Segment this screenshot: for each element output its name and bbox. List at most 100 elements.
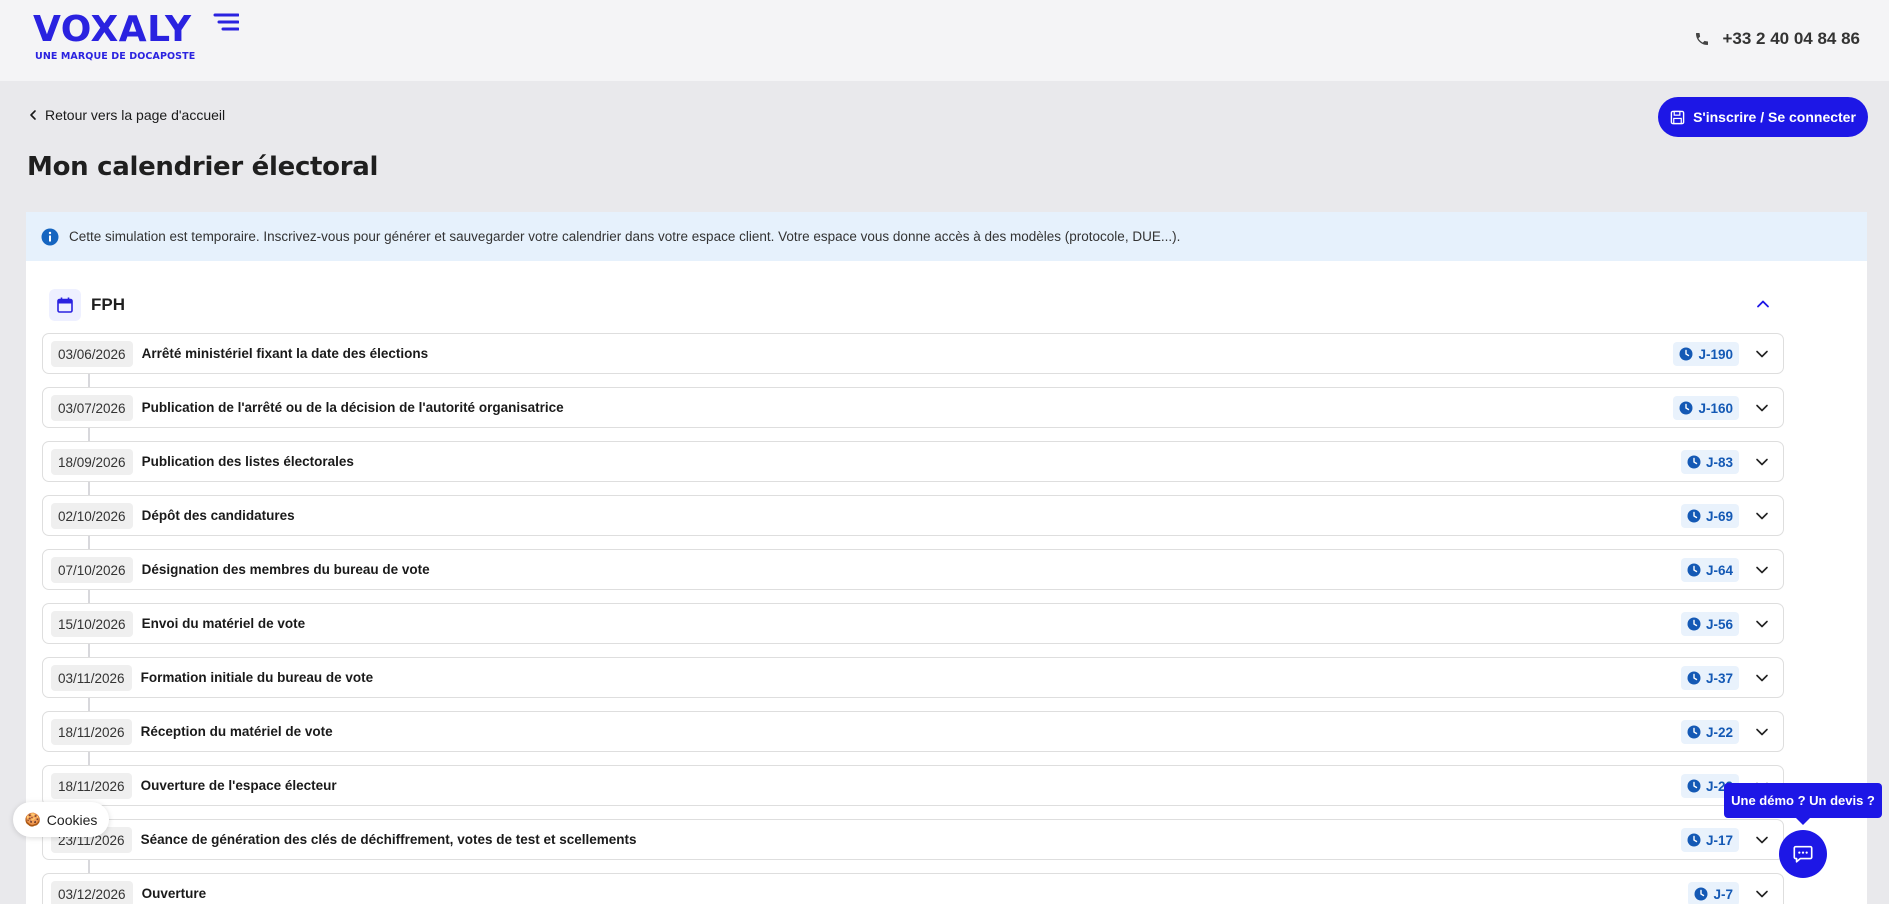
clock-icon [1687,509,1701,523]
expand-step-button[interactable] [1751,343,1773,365]
countdown-value: J-190 [1698,346,1733,362]
countdown-badge: J-17 [1680,828,1739,852]
step-label: Désignation des membres du bureau de vot… [141,562,430,577]
chevron-down-icon [1756,512,1768,520]
clock-icon [1687,671,1701,685]
countdown-value: J-7 [1713,886,1733,902]
back-to-home-link[interactable]: Retour vers la page d'accueil [27,107,225,123]
cookies-label: Cookies [46,811,98,828]
countdown-value: J-83 [1705,454,1733,470]
section-header[interactable]: FPH [49,289,125,321]
timeline-step[interactable]: 03/06/2026 Arrêté ministériel fixant la d… [42,333,1784,374]
step-date: 18/11/2026 [51,772,132,799]
phone-contact[interactable]: +33 2 40 04 84 86 [1694,29,1860,49]
timeline-step[interactable]: 18/11/2026 Ouverture de l'espace électeur… [42,765,1784,806]
timeline-step[interactable]: 03/07/2026 Publication de l'arrêté ou de … [42,387,1784,428]
step-label: Séance de génération des clés de déchiff… [140,832,637,847]
logo-tagline: UNE MARQUE DE DOCAPOSTE [35,51,196,62]
chevron-down-icon [1756,890,1768,898]
timeline-step[interactable]: 02/10/2026 Dépôt des candidatures J-69 [42,495,1784,536]
expand-step-button[interactable] [1751,829,1773,851]
signup-login-label: S'inscrire / Se connecter [1693,109,1856,125]
countdown-value: J-17 [1705,832,1733,848]
save-icon [1670,110,1685,124]
clock-icon [1687,455,1701,469]
countdown-value: J-37 [1705,670,1733,686]
back-link-label: Retour vers la page d'accueil [45,107,226,123]
info-banner: Cette simulation est temporaire. Inscriv… [26,212,1867,261]
timeline-step[interactable]: 03/11/2026 Formation initiale du bureau d… [42,657,1784,698]
timeline-step[interactable]: 23/11/2026 Séance de génération des clés … [42,819,1784,860]
timeline-step[interactable]: 15/10/2026 Envoi du matériel de vote J-56 [42,603,1784,644]
demo-quote-callout[interactable]: Une démo ? Un devis ? [1724,783,1882,825]
step-label: Envoi du matériel de vote [141,616,306,631]
countdown-value: J-69 [1705,508,1733,524]
chevron-left-icon [30,110,36,120]
step-date: 03/11/2026 [51,664,132,691]
info-banner-text: Cette simulation est temporaire. Inscriv… [69,229,1181,244]
chevron-down-icon [1756,728,1768,736]
step-date: 03/12/2026 [51,880,133,904]
step-label: Arrêté ministériel fixant la date des él… [141,346,429,361]
step-date: 15/10/2026 [51,610,133,637]
chat-icon [1793,845,1813,863]
signup-login-button[interactable]: S'inscrire / Se connecter [1658,97,1868,137]
countdown-badge: J-56 [1680,612,1739,636]
step-date: 18/11/2026 [51,718,132,745]
countdown-badge: J-190 [1673,342,1739,366]
countdown-value: J-56 [1705,616,1733,632]
step-label: Publication de l'arrêté ou de la décisio… [141,400,564,415]
clock-icon [1687,725,1701,739]
clock-icon [1687,563,1701,577]
timeline-step[interactable]: 03/12/2026 Ouverture J-7 [42,873,1784,904]
expand-step-button[interactable] [1751,505,1773,527]
chat-button[interactable] [1779,830,1827,878]
phone-icon [1696,33,1709,45]
clock-icon [1679,401,1693,415]
logo-speed-lines-icon [213,13,239,31]
step-label: Ouverture [141,886,207,901]
countdown-value: J-22 [1705,724,1733,740]
expand-step-button[interactable] [1751,667,1773,689]
step-date: 02/10/2026 [51,502,133,529]
expand-step-button[interactable] [1751,721,1773,743]
logo-wordmark: VOXALY [33,9,192,50]
cookie-icon: 🍪 [24,811,41,827]
step-label: Publication des listes électorales [141,454,354,469]
voxaly-logo[interactable]: VOXALY UNE MARQUE DE DOCAPOSTE [33,9,239,62]
page-title: Mon calendrier électoral [27,152,379,182]
calendar-icon-box [49,289,81,321]
step-label: Réception du matériel de vote [140,724,333,739]
expand-step-button[interactable] [1751,613,1773,635]
expand-step-button[interactable] [1751,397,1773,419]
clock-icon [1694,887,1708,901]
step-date: 03/06/2026 [51,340,133,367]
expand-step-button[interactable] [1751,883,1773,904]
step-label: Formation initiale du bureau de vote [140,670,374,685]
countdown-badge: J-64 [1680,558,1739,582]
countdown-badge: J-7 [1688,882,1739,904]
collapse-section-button[interactable] [1752,293,1774,315]
calendar-icon [57,297,73,313]
chevron-down-icon [1756,836,1768,844]
timeline-step[interactable]: 18/11/2026 Réception du matériel de vote J… [42,711,1784,752]
phone-number: +33 2 40 04 84 86 [1722,29,1860,48]
clock-icon [1679,347,1693,361]
expand-step-button[interactable] [1751,559,1773,581]
clock-icon [1687,779,1701,793]
step-date: 07/10/2026 [51,556,133,583]
chevron-down-icon [1756,566,1768,574]
countdown-badge: J-160 [1673,396,1739,420]
step-date: 03/07/2026 [51,394,133,421]
countdown-badge: J-83 [1680,450,1739,474]
expand-step-button[interactable] [1751,451,1773,473]
section-title: FPH [91,295,125,314]
countdown-badge: J-37 [1680,666,1739,690]
top-bar: VOXALY UNE MARQUE DE DOCAPOSTE +33 2 40 … [0,0,1889,81]
step-date: 18/09/2026 [51,448,133,475]
chevron-down-icon [1756,458,1768,466]
info-icon [41,228,59,245]
cookies-button[interactable]: 🍪 Cookies [13,802,109,837]
timeline-step[interactable]: 18/09/2026 Publication des listes élector… [42,441,1784,482]
timeline-step[interactable]: 07/10/2026 Désignation des membres du bur… [42,549,1784,590]
